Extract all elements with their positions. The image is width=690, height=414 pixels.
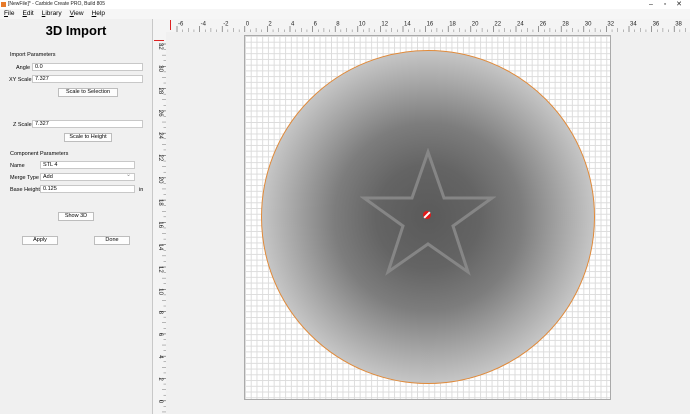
ruler-cursor-marker-vertical [154, 40, 164, 41]
show-3d-button[interactable]: Show 3D [58, 212, 94, 221]
base-height-label: Base Height [10, 187, 40, 193]
xy-scale-input[interactable]: 7.327 [32, 75, 143, 83]
v-ruler-label: 10 [157, 288, 163, 295]
v-ruler-label: 8 [157, 311, 163, 315]
origin-marker-icon [423, 211, 431, 219]
h-ruler-label: 16 [427, 22, 434, 28]
h-ruler-label: 14 [404, 22, 411, 28]
apply-button[interactable]: Apply [22, 236, 58, 245]
base-height-input[interactable]: 0.125 [40, 185, 135, 193]
v-ruler-label: 22 [157, 155, 163, 162]
angle-input[interactable]: 0.0 [32, 63, 143, 71]
v-ruler-label: 28 [157, 88, 163, 95]
menu-bar: File Edit Library View Help [0, 9, 690, 19]
horizontal-ruler-ticks: -6 -4 -2 0 2 4 6 8 10 12 14 16 18 20 22 24 26 28 30 32 34 36 3… [176, 22, 686, 32]
h-ruler-label: 4 [291, 22, 295, 28]
h-ruler-label: 36 [653, 22, 660, 28]
z-scale-label: Z Scale [13, 122, 32, 128]
h-ruler-label: -6 [178, 22, 184, 28]
h-ruler-label: 6 [314, 22, 318, 28]
h-ruler-label: -4 [201, 22, 207, 28]
import-panel: 3D Import Import Parameters Angle 0.0 XY… [0, 19, 153, 414]
window-title: [NewFile]* - Carbide Create PRO, Build 8… [8, 1, 105, 7]
h-ruler-label: 28 [562, 22, 569, 28]
xy-scale-label: XY Scale [9, 77, 32, 83]
vertical-ruler: 32 30 28 26 24 22 20 18 16 14 12 10 8 6 4 2 0 [153, 32, 167, 414]
h-ruler-label: -2 [223, 22, 229, 28]
v-ruler-label: 12 [157, 266, 163, 273]
v-ruler-label: 26 [157, 110, 163, 117]
done-button[interactable]: Done [94, 236, 130, 245]
z-scale-input[interactable]: 7.327 [32, 120, 143, 128]
horizontal-ruler: -6 -4 -2 0 2 4 6 8 10 12 14 16 18 20 22 24 26 28 30 32 34 36 3… [153, 19, 690, 33]
h-ruler-label: 26 [540, 22, 547, 28]
merge-type-select[interactable]: Add [40, 172, 135, 181]
h-ruler-label: 8 [336, 22, 340, 28]
menu-file[interactable]: File [0, 9, 19, 19]
v-ruler-label: 30 [157, 65, 163, 72]
scale-to-selection-button[interactable]: Scale to Selection [58, 88, 118, 97]
minimize-icon[interactable]: – [644, 0, 658, 9]
vertical-ruler-ticks: 32302826242220181614121086420 [157, 43, 166, 413]
v-ruler-label: 2 [157, 378, 163, 382]
name-input[interactable]: STL 4 [40, 161, 135, 169]
h-ruler-label: 24 [517, 22, 524, 28]
v-ruler-label: 0 [157, 400, 163, 404]
v-ruler-label: 32 [157, 43, 163, 50]
v-ruler-label: 16 [157, 221, 163, 228]
app-icon [1, 2, 6, 7]
menu-edit[interactable]: Edit [19, 9, 38, 19]
h-ruler-label: 10 [359, 22, 366, 28]
v-ruler-label: 4 [157, 355, 163, 359]
name-label: Name [10, 163, 25, 169]
h-ruler-label: 18 [449, 22, 456, 28]
h-ruler-label: 12 [381, 22, 388, 28]
base-height-unit: in [139, 187, 144, 193]
v-ruler-label: 18 [157, 199, 163, 206]
scale-to-height-button[interactable]: Scale to Height [64, 133, 112, 142]
v-ruler-label: 20 [157, 177, 163, 184]
angle-label: Angle [16, 65, 31, 71]
maximize-icon[interactable]: ▫ [658, 0, 672, 9]
h-ruler-label: 22 [494, 22, 501, 28]
h-ruler-label: 32 [607, 22, 614, 28]
menu-view[interactable]: View [66, 9, 88, 19]
h-ruler-label: 34 [630, 22, 637, 28]
h-ruler-label: 38 [675, 22, 682, 28]
v-ruler-label: 6 [157, 333, 163, 337]
panel-title: 3D Import [45, 23, 107, 38]
h-ruler-label: 30 [585, 22, 592, 28]
menu-help[interactable]: Help [88, 9, 109, 19]
v-ruler-label: 14 [157, 244, 163, 251]
h-ruler-label: 20 [472, 22, 479, 28]
v-ruler-label: 24 [157, 132, 163, 139]
title-bar: [NewFile]* - Carbide Create PRO, Build 8… [0, 0, 690, 9]
h-ruler-label: 0 [246, 22, 250, 28]
h-ruler-label: 2 [268, 22, 272, 28]
merge-type-label: Merge Type [10, 175, 39, 181]
menu-library[interactable]: Library [38, 9, 66, 19]
close-icon[interactable]: ✕ [672, 0, 686, 9]
component-parameters-heading: Component Parameters [10, 151, 69, 157]
ruler-cursor-marker-horizontal [170, 20, 171, 30]
import-parameters-heading: Import Parameters [10, 52, 56, 58]
